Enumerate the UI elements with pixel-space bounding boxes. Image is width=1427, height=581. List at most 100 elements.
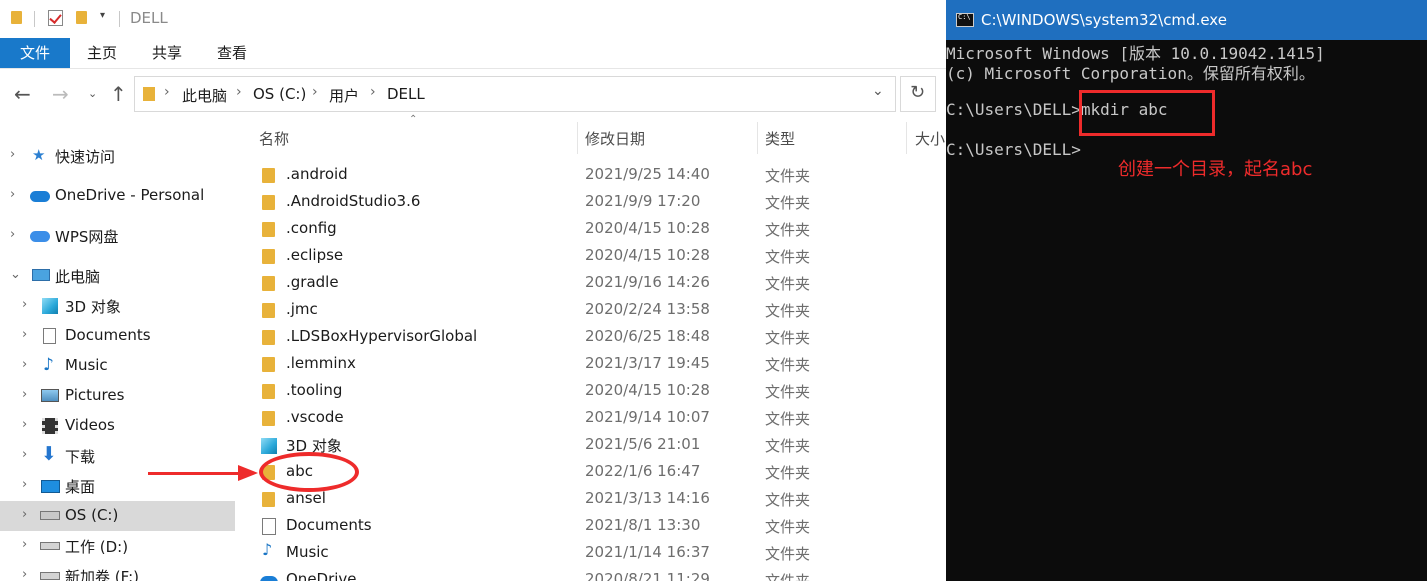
drive-icon — [40, 511, 60, 520]
nav-item-quick-access[interactable]: › ★ 快速访问 — [0, 141, 235, 171]
navigation-pane: › ★ 快速访问 › OneDrive - Personal › WPS网盘 ⌄… — [0, 118, 235, 581]
chevron-right-icon[interactable]: › — [22, 417, 27, 432]
column-divider[interactable] — [577, 122, 578, 154]
chevron-right-icon[interactable]: › — [22, 567, 27, 581]
table-row[interactable]: .eclipse 2020/4/15 10:28 文件夹 — [236, 243, 946, 270]
refresh-button[interactable]: ↻ — [900, 76, 936, 112]
chevron-right-icon[interactable]: › — [22, 387, 27, 402]
nav-item-downloads[interactable]: › ⬇ 下载 — [0, 441, 235, 471]
cube-icon — [42, 298, 58, 314]
chevron-right-icon[interactable]: › — [10, 147, 15, 162]
table-row[interactable]: .AndroidStudio3.6 2021/9/9 17:20 文件夹 — [236, 189, 946, 216]
chevron-right-icon[interactable]: › — [22, 537, 27, 552]
nav-item-onedrive[interactable]: › OneDrive - Personal — [0, 181, 235, 211]
nav-label: Documents — [65, 326, 151, 344]
nav-label: 此电脑 — [55, 268, 101, 286]
chevron-right-icon[interactable]: › — [22, 507, 27, 522]
up-icon[interactable]: ↑ — [110, 84, 127, 104]
properties-icon[interactable] — [48, 10, 63, 26]
table-row[interactable]: .jmc 2020/2/24 13:58 文件夹 — [236, 297, 946, 324]
drive-icon — [40, 572, 60, 580]
nav-item-os-c[interactable]: › OS (C:) — [0, 501, 235, 531]
tab-file[interactable]: 文件 — [0, 38, 70, 68]
column-type[interactable]: 类型 — [765, 128, 795, 149]
file-type: 文件夹 — [765, 464, 811, 482]
file-type: 文件夹 — [765, 545, 811, 563]
column-divider[interactable] — [757, 122, 758, 154]
chevron-right-icon[interactable]: › — [22, 357, 27, 372]
document-icon — [43, 328, 56, 344]
table-row[interactable]: .android 2021/9/25 14:40 文件夹 — [236, 162, 946, 189]
nav-item-wps[interactable]: › WPS网盘 — [0, 221, 235, 251]
chevron-right-icon[interactable]: › — [22, 327, 27, 342]
star-icon: ★ — [32, 146, 46, 164]
customize-quick-access-icon[interactable]: ▾ — [100, 10, 105, 21]
window-title: DELL — [130, 9, 168, 27]
annotation-box — [1079, 90, 1215, 136]
table-row[interactable]: Documents 2021/8/1 13:30 文件夹 — [236, 513, 946, 540]
table-row[interactable]: .tooling 2020/4/15 10:28 文件夹 — [236, 378, 946, 405]
console-prompt[interactable]: C:\Users\DELL> — [946, 140, 1081, 159]
breadcrumb-os-c[interactable]: OS (C:) — [253, 85, 306, 103]
forward-icon[interactable]: → — [52, 84, 69, 104]
music-icon: ♪ — [43, 355, 54, 375]
chevron-down-icon[interactable]: ⌄ — [10, 267, 21, 282]
table-row[interactable]: ansel 2021/3/13 14:16 文件夹 — [236, 486, 946, 513]
chevron-right-icon[interactable]: › — [370, 84, 376, 100]
folder-icon — [262, 276, 275, 291]
chevron-right-icon[interactable]: › — [236, 84, 242, 100]
nav-item-work-d[interactable]: › 工作 (D:) — [0, 531, 235, 561]
tab-home[interactable]: 主页 — [78, 38, 126, 68]
recent-locations-icon[interactable]: ⌄ — [88, 87, 97, 100]
column-name[interactable]: 名称 — [259, 128, 289, 149]
nav-item-new-volume-f[interactable]: › 新加卷 (F:) — [0, 561, 235, 581]
table-row[interactable]: ♪ Music 2021/1/14 16:37 文件夹 — [236, 540, 946, 567]
column-size[interactable]: 大小 — [915, 128, 945, 149]
chevron-right-icon[interactable]: › — [164, 84, 170, 100]
file-type: 文件夹 — [765, 518, 811, 536]
chevron-down-icon[interactable]: ⌄ — [872, 83, 884, 99]
cloud-icon — [30, 231, 50, 242]
file-name: .gradle — [286, 273, 339, 291]
new-folder-icon[interactable] — [76, 11, 87, 24]
file-date: 2021/3/17 19:45 — [585, 354, 710, 372]
nav-item-videos[interactable]: › Videos — [0, 411, 235, 441]
chevron-right-icon[interactable]: › — [22, 447, 27, 462]
table-row[interactable]: .LDSBoxHypervisorGlobal 2020/6/25 18:48 … — [236, 324, 946, 351]
chevron-right-icon[interactable]: › — [10, 187, 15, 202]
chevron-right-icon[interactable]: › — [10, 227, 15, 242]
tab-view[interactable]: 查看 — [208, 38, 256, 68]
separator — [119, 11, 120, 27]
chevron-right-icon[interactable]: › — [22, 297, 27, 312]
column-date-modified[interactable]: 修改日期 — [585, 128, 645, 149]
table-row[interactable]: .config 2020/4/15 10:28 文件夹 — [236, 216, 946, 243]
cloud-icon — [260, 576, 278, 581]
file-type: 文件夹 — [765, 410, 811, 428]
table-row[interactable]: .gradle 2021/9/16 14:26 文件夹 — [236, 270, 946, 297]
address-bar[interactable]: › 此电脑 › OS (C:) › 用户 › DELL — [134, 76, 896, 112]
breadcrumb-dell[interactable]: DELL — [387, 85, 425, 103]
nav-item-this-pc[interactable]: ⌄ 此电脑 — [0, 261, 235, 291]
tab-share[interactable]: 共享 — [142, 38, 192, 68]
nav-item-documents[interactable]: › Documents — [0, 321, 235, 351]
breadcrumb-users[interactable]: 用户 — [329, 85, 359, 106]
nav-label: WPS网盘 — [55, 228, 119, 246]
table-row[interactable]: 3D 对象 2021/5/6 21:01 文件夹 — [236, 432, 946, 459]
column-divider[interactable] — [906, 122, 907, 154]
nav-item-desktop[interactable]: › 桌面 — [0, 471, 235, 501]
chevron-right-icon[interactable]: › — [312, 84, 318, 100]
file-type: 文件夹 — [765, 221, 811, 239]
back-icon[interactable]: ← — [14, 84, 31, 104]
breadcrumb-this-pc[interactable]: 此电脑 — [182, 85, 227, 106]
cmd-icon — [956, 13, 974, 27]
nav-item-pictures[interactable]: › Pictures — [0, 381, 235, 411]
picture-icon — [41, 389, 59, 402]
nav-item-music[interactable]: › ♪ Music — [0, 351, 235, 381]
file-date: 2021/9/14 10:07 — [585, 408, 710, 426]
chevron-right-icon[interactable]: › — [22, 477, 27, 492]
table-row[interactable]: OneDrive 2020/8/21 11:29 文件夹 — [236, 567, 946, 581]
nav-label: Music — [65, 356, 108, 374]
table-row[interactable]: .vscode 2021/9/14 10:07 文件夹 — [236, 405, 946, 432]
table-row[interactable]: .lemminx 2021/3/17 19:45 文件夹 — [236, 351, 946, 378]
nav-item-3d-objects[interactable]: › 3D 对象 — [0, 291, 235, 321]
